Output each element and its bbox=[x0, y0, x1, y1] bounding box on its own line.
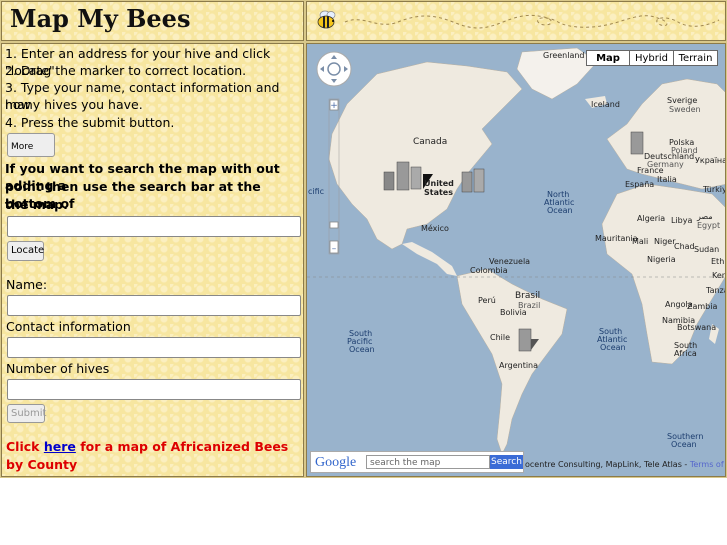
map-label-ukraine: Україна bbox=[695, 156, 726, 165]
more-info-button[interactable]: More Info bbox=[7, 133, 55, 157]
map-label-mexico: México bbox=[421, 224, 449, 233]
name-label: Name: bbox=[6, 277, 48, 292]
africanized-map-link[interactable]: here bbox=[44, 439, 76, 454]
map-label-brasil: Brasil bbox=[515, 291, 541, 301]
google-logo-text: Google bbox=[315, 455, 357, 470]
africanized-bees-note: Click here for a map of Africanized Bees… bbox=[6, 438, 296, 474]
map-label-italia: Italia bbox=[657, 175, 677, 184]
address-input[interactable] bbox=[7, 216, 301, 237]
map-label-chile: Chile bbox=[490, 333, 511, 342]
pan-control[interactable] bbox=[316, 51, 352, 87]
map-label-north-atlantic-3: Ocean bbox=[547, 206, 573, 215]
map-label-turkey: Türkiy bbox=[703, 185, 726, 194]
map-label-colombia: Colombia bbox=[470, 266, 508, 275]
map-label-sweden: Sweden bbox=[669, 105, 701, 114]
page-title: Map My Bees bbox=[10, 4, 191, 33]
terms-of-use-link[interactable]: Terms of Use bbox=[690, 460, 725, 469]
map-label-chad: Chad bbox=[674, 242, 695, 251]
map-label-mali: Mali bbox=[632, 237, 649, 246]
map-label-kenya: Ken bbox=[712, 271, 726, 280]
map-type-map-button[interactable]: Map bbox=[586, 50, 630, 66]
map-label-niger: Niger bbox=[654, 237, 676, 246]
submit-button[interactable]: Submit bbox=[7, 404, 46, 423]
map-search-bar: Google search the map Search bbox=[310, 451, 524, 473]
map-label-states: States bbox=[424, 188, 453, 197]
hive-form-panel: 1. Enter an address for your hive and cl… bbox=[1, 43, 304, 477]
contact-label: Contact information bbox=[6, 319, 131, 334]
hive-marker[interactable] bbox=[630, 131, 644, 155]
zoom-slider-handle[interactable] bbox=[329, 221, 339, 229]
africanized-prefix: Click bbox=[6, 439, 44, 454]
map-label-iceland: Iceland bbox=[591, 100, 620, 109]
map-search-input[interactable]: search the map bbox=[366, 455, 490, 469]
bee-flight-trail bbox=[344, 14, 720, 29]
bee-banner bbox=[306, 1, 726, 41]
map-label-southern-ocean-2: Ocean bbox=[671, 440, 697, 449]
map-label-nigeria: Nigeria bbox=[647, 255, 676, 264]
map-label-france: France bbox=[637, 166, 664, 175]
hives-label: Number of hives bbox=[6, 361, 110, 376]
map-label-argentina: Argentina bbox=[499, 361, 539, 370]
contact-input[interactable] bbox=[7, 337, 301, 358]
map-label-egypt-ar: مصر bbox=[697, 212, 713, 221]
instruction-2: 2. Drag the marker to correct location. bbox=[5, 63, 247, 78]
map-type-terrain-button[interactable]: Terrain bbox=[673, 50, 718, 66]
map-label-espana: España bbox=[625, 180, 655, 189]
map-label-sudan: Sudan bbox=[694, 245, 720, 254]
zoom-in-icon: + bbox=[330, 101, 338, 111]
map-label-tanzania: Tanza bbox=[706, 286, 725, 295]
zoom-out-icon: – bbox=[332, 244, 337, 254]
map-attribution: ocentre Consulting, MapLink, Tele Atlas … bbox=[525, 460, 725, 469]
hives-input[interactable] bbox=[7, 379, 301, 400]
map-label-greenland: Greenland bbox=[543, 51, 585, 60]
map-label-pacific: cific bbox=[308, 187, 325, 196]
instruction-4: 4. Press the submit button. bbox=[5, 115, 175, 130]
map-label-south-africa-2: Africa bbox=[674, 349, 697, 358]
map-label-botswana: Botswana bbox=[677, 323, 717, 332]
search-note-line-3: the map. bbox=[5, 197, 68, 212]
map-label-south-atlantic-3: Ocean bbox=[600, 343, 626, 352]
bee-icon bbox=[317, 10, 336, 29]
map-label-algeria: Algeria bbox=[637, 214, 666, 223]
title-cell: Map My Bees bbox=[1, 1, 304, 41]
google-map[interactable]: + – Greenland Iceland Sverige Sweden Can… bbox=[306, 43, 726, 477]
map-label-south-pacific-3: Ocean bbox=[349, 345, 375, 354]
name-input[interactable] bbox=[7, 295, 301, 316]
map-label-sverige: Sverige bbox=[667, 96, 698, 105]
map-label-ethiopia: Ethi bbox=[711, 257, 726, 266]
map-label-libya: Libya bbox=[671, 216, 693, 225]
google-logo: Google bbox=[315, 455, 356, 471]
map-label-canada: Canada bbox=[413, 137, 448, 147]
map-label-egypt: Egypt bbox=[697, 221, 721, 230]
map-type-hybrid-button[interactable]: Hybrid bbox=[629, 50, 674, 66]
attribution-text: ocentre Consulting, MapLink, Tele Atlas … bbox=[525, 460, 690, 469]
map-search-button[interactable]: Search bbox=[490, 455, 523, 469]
locate-button[interactable]: Locate bbox=[7, 241, 44, 261]
map-label-peru: Perú bbox=[478, 296, 496, 305]
map-label-united: United bbox=[424, 179, 454, 188]
page-frame: Map My Bees 1. Enter an address for your… bbox=[0, 0, 727, 478]
map-label-venezuela: Venezuela bbox=[489, 257, 531, 266]
map-label-bolivia: Bolivia bbox=[500, 308, 527, 317]
map-label-zambia: Zambia bbox=[687, 302, 718, 311]
instruction-3-cont: many hives you have. bbox=[5, 97, 143, 112]
